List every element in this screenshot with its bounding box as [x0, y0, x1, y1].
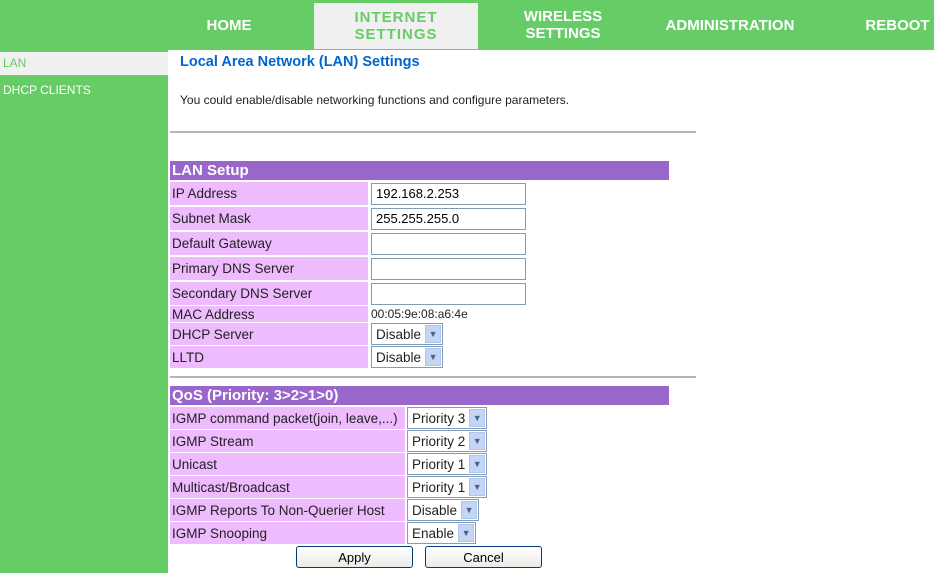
- nav-home[interactable]: HOME: [170, 0, 288, 50]
- nav-label-line: INTERNET: [354, 9, 438, 26]
- select-value: Enable: [412, 525, 455, 541]
- chevron-down-icon: ▼: [469, 478, 486, 496]
- subnet-mask-input[interactable]: [371, 207, 526, 230]
- qos-row-select[interactable]: Disable ▼: [407, 499, 480, 521]
- sidebar-item-dhcp-clients[interactable]: DHCP CLIENTS: [0, 79, 168, 102]
- nav-label: REBOOT: [865, 16, 930, 34]
- default-gateway-input[interactable]: [371, 232, 526, 255]
- dhcp-server-select[interactable]: Disable ▼: [371, 323, 444, 345]
- qos-row-select[interactable]: Priority 3 ▼: [407, 407, 488, 429]
- qos-row-select[interactable]: Enable ▼: [407, 522, 477, 544]
- chevron-down-icon: ▼: [469, 432, 486, 450]
- qos-row-label: Unicast: [170, 453, 405, 475]
- qos-row-select[interactable]: Priority 2 ▼: [407, 430, 488, 452]
- ip-address-input[interactable]: [371, 182, 526, 205]
- nav-internet-settings[interactable]: INTERNET SETTINGS: [314, 3, 478, 49]
- qos-header: QoS (Priority: 3>2>1>0): [170, 386, 669, 405]
- qos-row-label: IGMP Snooping: [170, 522, 405, 544]
- ip-address-label: IP Address: [170, 182, 368, 205]
- apply-button[interactable]: Apply: [296, 546, 413, 568]
- nav-label: ADMINISTRATION: [665, 16, 795, 34]
- primary-dns-input[interactable]: [371, 257, 526, 280]
- select-value: Disable: [376, 326, 422, 342]
- nav-label: WIRELESS SETTINGS: [524, 8, 602, 42]
- nav-wireless-settings[interactable]: WIRELESS SETTINGS: [500, 0, 626, 50]
- mac-address-value: 00:05:9e:08:a6:4e: [371, 307, 468, 321]
- nav-label-line: SETTINGS: [525, 25, 601, 42]
- lan-setup-header: LAN Setup: [170, 161, 669, 180]
- chevron-down-icon: ▼: [458, 524, 475, 542]
- nav-label-line: SETTINGS: [354, 26, 438, 43]
- select-value: Disable: [376, 349, 422, 365]
- select-value: Disable: [412, 502, 458, 518]
- select-value: Priority 3: [412, 410, 466, 426]
- page-description: You could enable/disable networking func…: [180, 93, 570, 107]
- chevron-down-icon: ▼: [425, 325, 442, 343]
- lltd-select[interactable]: Disable ▼: [371, 346, 444, 368]
- page-title: Local Area Network (LAN) Settings: [180, 54, 420, 70]
- qos-row-label: IGMP Stream: [170, 430, 405, 452]
- nav-administration[interactable]: ADMINISTRATION: [650, 0, 810, 50]
- lltd-label: LLTD: [170, 346, 368, 368]
- qos-row-label: Multicast/Broadcast: [170, 476, 405, 498]
- qos-row-label: IGMP command packet(join, leave,...): [170, 407, 405, 429]
- qos-row-label: IGMP Reports To Non-Querier Host: [170, 499, 405, 521]
- top-nav: HOME INTERNET SETTINGS WIRELESS SETTINGS A…: [0, 0, 934, 50]
- select-value: Priority 1: [412, 479, 466, 495]
- divider: [170, 376, 696, 378]
- qos-row-select[interactable]: Priority 1 ▼: [407, 476, 488, 498]
- nav-reboot[interactable]: REBOOT: [850, 0, 934, 50]
- subnet-mask-label: Subnet Mask: [170, 207, 368, 230]
- cancel-button[interactable]: Cancel: [425, 546, 542, 568]
- mac-address-label: MAC Address: [170, 306, 368, 322]
- sidebar: LAN DHCP CLIENTS: [0, 50, 168, 573]
- divider: [170, 131, 696, 133]
- dhcp-server-label: DHCP Server: [170, 323, 368, 345]
- secondary-dns-input[interactable]: [371, 282, 526, 305]
- chevron-down-icon: ▼: [461, 501, 478, 519]
- default-gateway-label: Default Gateway: [170, 232, 368, 255]
- chevron-down-icon: ▼: [425, 348, 442, 366]
- chevron-down-icon: ▼: [469, 455, 486, 473]
- nav-label-line: WIRELESS: [523, 8, 603, 25]
- nav-label: HOME: [206, 16, 252, 34]
- sidebar-item-lan[interactable]: LAN: [0, 52, 168, 75]
- select-value: Priority 1: [412, 456, 466, 472]
- qos-row-select[interactable]: Priority 1 ▼: [407, 453, 488, 475]
- chevron-down-icon: ▼: [469, 409, 486, 427]
- nav-label: INTERNET SETTINGS: [354, 9, 437, 43]
- primary-dns-label: Primary DNS Server: [170, 257, 368, 280]
- secondary-dns-label: Secondary DNS Server: [170, 282, 368, 305]
- select-value: Priority 2: [412, 433, 466, 449]
